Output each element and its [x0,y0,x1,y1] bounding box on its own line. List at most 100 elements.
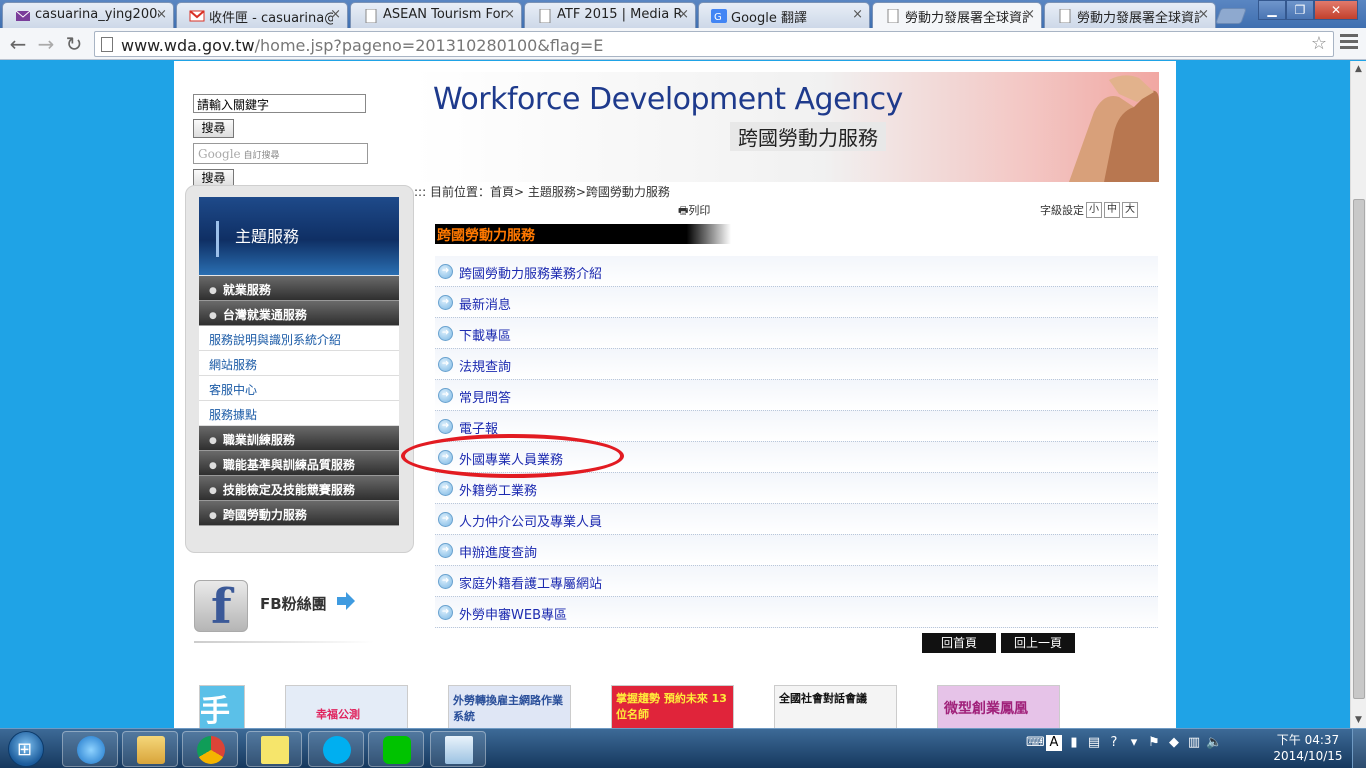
scroll-down-icon[interactable]: ▼ [1355,715,1362,725]
vertical-scrollbar[interactable]: ▲ ▼ [1350,61,1366,728]
list-item[interactable]: ➜ 申辦進度查詢 [435,535,1158,566]
tab-2[interactable]: 收件匣 - casuarina@s × [176,2,348,28]
notepad-icon[interactable] [430,731,486,767]
windows-start-icon[interactable]: ⊞ [8,731,44,767]
banner-2[interactable]: 幸福公測 [285,685,408,728]
chrome-icon[interactable] [182,731,238,767]
list-item[interactable]: ➜ 人力仲介公司及專業人員 [435,504,1158,535]
input-method-icon[interactable]: ⌨ [1026,735,1045,751]
banner-6[interactable]: 微型創業鳳凰 [937,685,1060,728]
link-label[interactable]: 常見問答 [459,387,511,406]
link-label[interactable]: 家庭外籍看護工專屬網站 [459,573,602,592]
bookmark-star-icon[interactable]: ☆ [1311,33,1327,54]
link-label[interactable]: 跨國勞動力服務業務介紹 [459,263,602,282]
side-item-skills-certification[interactable]: 技能檢定及技能競賽服務 [199,476,399,501]
dropbox-icon[interactable]: ◆ [1166,735,1182,751]
close-icon[interactable]: × [678,7,689,22]
side-subitem-customer-center[interactable]: 客服中心 [199,376,399,401]
back-arrow-icon[interactable]: ← [6,32,30,56]
flag-icon[interactable]: ⚑ [1146,735,1162,751]
link-label[interactable]: 外籍勞工業務 [459,480,537,499]
print-link[interactable]: 🖶列印 [678,202,710,221]
home-button[interactable]: 回首頁 [922,633,996,653]
keyword-search-input[interactable]: 請輸入關鍵字 [193,94,366,113]
side-subitem-service-locations[interactable]: 服務據點 [199,401,399,426]
ime-settings-icon[interactable]: ▾ [1126,735,1142,751]
close-icon[interactable]: × [330,7,341,22]
list-item[interactable]: ➜ 常見問答 [435,380,1158,411]
banner-5[interactable]: 全國社會對話會議 [774,685,897,728]
list-item[interactable]: ➜ 下載專區 [435,318,1158,349]
google-custom-search-input[interactable]: Google 自訂搜尋 [193,143,368,164]
link-label[interactable]: 人力仲介公司及專業人員 [459,511,602,530]
fb-fanpage-link[interactable]: f FB粉絲團 [194,577,374,647]
reload-icon[interactable]: ↻ [62,32,86,56]
url-text[interactable]: www.wda.gov.tw/home.jsp?pageno=201310280… [121,36,603,55]
system-clock[interactable]: 下午 04:37 2014/10/15 [1272,732,1344,764]
language-icon[interactable]: A [1046,735,1062,751]
list-item[interactable]: ➜ 外勞申審WEB專區 [435,597,1158,628]
list-item[interactable]: ➜ 跨國勞動力服務業務介紹 [435,256,1158,287]
side-subitem-web-service[interactable]: 網站服務 [199,351,399,376]
sticky-notes-icon[interactable] [246,731,302,767]
show-desktop-button[interactable] [1352,729,1366,768]
list-item[interactable]: ➜ 最新消息 [435,287,1158,318]
volume-icon[interactable]: 🔈 [1206,735,1222,751]
new-tab-button[interactable] [1215,8,1247,24]
side-item-competency-standards[interactable]: 職能基準與訓練品質服務 [199,451,399,476]
facebook-icon: f [194,579,248,635]
list-item[interactable]: ➜ 法規查詢 [435,349,1158,380]
tab-1[interactable]: casuarina_ying2004 - × [2,2,174,28]
close-icon[interactable]: × [852,7,863,22]
link-label[interactable]: 申辦進度查詢 [459,542,537,561]
skype-icon[interactable] [308,731,364,767]
chrome-menu-icon[interactable] [1340,34,1358,52]
close-window-button[interactable]: ✕ [1314,0,1358,20]
tab-4[interactable]: ATF 2015 | Media Re × [524,2,696,28]
font-size-large-button[interactable]: 大 [1122,202,1138,218]
banner-text: 手 [200,694,230,728]
link-label[interactable]: 法規查詢 [459,356,511,375]
tab-7[interactable]: 勞動力發展署全球資訊 × [1044,2,1216,28]
link-label[interactable]: 最新消息 [459,294,511,313]
close-icon[interactable]: × [504,7,515,22]
search-button[interactable]: 搜尋 [193,119,234,138]
printer-icon: 🖶 [678,204,689,217]
font-size-medium-button[interactable]: 中 [1104,202,1120,218]
network-icon[interactable]: ▥ [1186,735,1202,751]
maximize-button[interactable]: ❐ [1286,0,1314,20]
close-icon[interactable]: × [1024,7,1035,22]
banner-4[interactable]: 掌握趨勢 預約未來 13位名師 [611,685,734,728]
close-icon[interactable]: × [1198,7,1209,22]
help-icon[interactable]: ? [1106,735,1122,751]
link-label[interactable]: 外勞申審WEB專區 [459,604,567,623]
list-item[interactable]: ➜ 外籍勞工業務 [435,473,1158,504]
internet-explorer-icon[interactable] [62,731,118,767]
side-subitem-service-intro[interactable]: 服務說明與識別系統介紹 [199,326,399,351]
half-width-icon[interactable]: ▮ [1066,735,1082,751]
page-info-icon[interactable] [101,37,113,52]
side-item-vocational-training[interactable]: 職業訓練服務 [199,426,399,451]
list-item[interactable]: ➜ 家庭外籍看護工專屬網站 [435,566,1158,597]
tab-3[interactable]: ASEAN Tourism Foru × [350,2,522,28]
side-item-employment[interactable]: 就業服務 [199,276,399,301]
file-explorer-icon[interactable] [122,731,178,767]
scroll-up-icon[interactable]: ▲ [1355,64,1362,74]
close-icon[interactable]: × [156,7,167,22]
tab-5[interactable]: G Google 翻譯 × [698,2,870,28]
banner-1[interactable]: 手 [199,685,245,728]
side-item-taiwanjobs[interactable]: 台灣就業通服務 [199,301,399,326]
minimize-button[interactable]: ▁ [1258,0,1286,20]
scrollbar-thumb[interactable] [1353,199,1365,699]
forward-arrow-icon[interactable]: → [34,32,58,56]
side-item-cross-border-workforce[interactable]: 跨國勞動力服務 [199,501,399,526]
tab-6-active[interactable]: 勞動力發展署全球資訊 × [872,2,1042,28]
line-icon[interactable] [368,731,424,767]
link-label[interactable]: 下載專區 [459,325,511,344]
font-size-small-button[interactable]: 小 [1086,202,1102,218]
banner-text: 幸福公測 [316,708,360,721]
banner-3[interactable]: 外勞轉換雇主網路作業系統 [448,685,571,728]
ime-mode-icon[interactable]: ▤ [1086,735,1102,751]
address-bar[interactable]: www.wda.gov.tw/home.jsp?pageno=201310280… [94,31,1334,57]
back-page-button[interactable]: 回上一頁 [1001,633,1075,653]
